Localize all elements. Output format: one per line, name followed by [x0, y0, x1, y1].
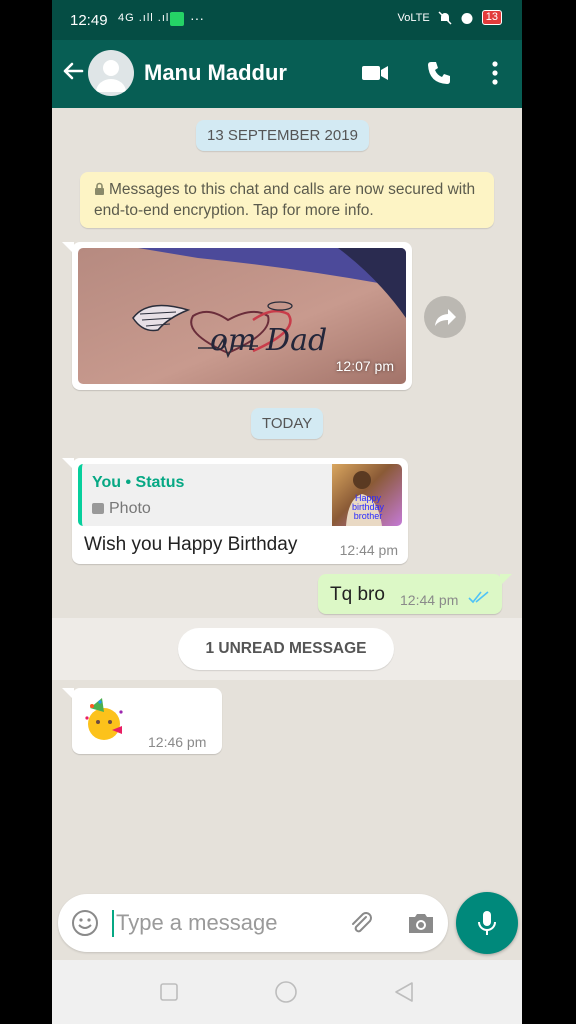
status-bar: 12:49 4G .ıll .ıll ··· VoLTE 13 [52, 0, 522, 40]
contact-name[interactable]: Manu Maddur [144, 60, 287, 86]
encryption-notice-text: Messages to this chat and calls are now … [94, 181, 476, 219]
voice-call-icon[interactable] [424, 58, 454, 88]
forward-button[interactable] [424, 296, 466, 338]
encryption-notice[interactable]: Messages to this chat and calls are now … [80, 172, 494, 228]
emoji-message[interactable]: 12:46 pm [62, 688, 222, 754]
message-text: Tq bro [330, 584, 385, 605]
bubble-tail [62, 688, 74, 700]
bubble-tail [500, 574, 512, 586]
more-notifications-icon: ··· [190, 10, 204, 26]
message-text: Wish you Happy Birthday [84, 534, 298, 555]
message-time: 12:07 pm [335, 358, 394, 374]
attach-icon[interactable] [346, 908, 376, 938]
message-time: 12:46 pm [148, 734, 207, 750]
lock-icon [95, 182, 104, 195]
emoji-icon[interactable] [70, 908, 100, 938]
avatar[interactable] [88, 50, 134, 96]
recent-apps-icon[interactable] [157, 980, 181, 1004]
system-nav-bar [52, 960, 522, 1024]
voice-record-button[interactable] [456, 892, 518, 954]
message-time: 12:44 pm [339, 542, 398, 558]
back-arrow-icon[interactable] [60, 58, 86, 84]
quote-author: You • Status [92, 474, 185, 491]
bubble-tail [62, 458, 74, 470]
home-icon[interactable] [274, 980, 298, 1004]
outgoing-message[interactable]: Tq bro 12:44 pm [318, 574, 512, 614]
bubble-tail [62, 242, 74, 254]
double-blue-tick-icon [468, 591, 489, 604]
text-cursor [112, 910, 114, 937]
thumbnail-caption: Happy birthday brother [351, 493, 385, 521]
whatsapp-notification-icon [170, 12, 184, 26]
default-avatar-icon [96, 60, 126, 92]
quote-type: Photo [92, 500, 151, 518]
volte-icon: VoLTE [397, 11, 430, 24]
quote-type-label: Photo [109, 500, 151, 517]
mute-icon [438, 10, 452, 25]
photo-icon [92, 503, 104, 514]
message-time: 12:44 pm [400, 592, 459, 608]
unread-banner: 1 UNREAD MESSAGE [178, 628, 394, 670]
reply-message[interactable]: You • Status Photo Happy birthday brothe… [62, 458, 408, 564]
microphone-icon [478, 911, 496, 935]
back-nav-icon[interactable] [392, 980, 416, 1004]
partying-face-emoji-icon [85, 698, 123, 740]
video-call-icon[interactable] [360, 58, 390, 88]
chat-header: Manu Maddur [52, 40, 522, 108]
tattoo-photo[interactable]: om Dad 12:07 pm [78, 248, 406, 384]
status-icons: VoLTE 13 [398, 10, 502, 25]
date-pill: 13 SEPTEMBER 2019 [196, 120, 369, 151]
quoted-status[interactable]: You • Status Photo Happy birthday brothe… [78, 464, 402, 526]
phone-screen: 12:49 4G .ıll .ıll ··· VoLTE 13 Manu Mad… [52, 0, 522, 1024]
forward-icon [435, 309, 456, 326]
more-options-icon[interactable] [480, 58, 510, 88]
message-composer [58, 894, 448, 952]
today-pill: TODAY [251, 408, 324, 439]
image-message[interactable]: om Dad 12:07 pm [62, 242, 412, 390]
message-input[interactable] [116, 907, 336, 939]
alarm-icon [461, 12, 473, 24]
battery-indicator: 13 [481, 10, 502, 25]
status-time: 12:49 [70, 12, 108, 29]
tattoo-text: om Dad [210, 323, 327, 358]
camera-icon[interactable] [406, 909, 436, 937]
status-thumbnail: Happy birthday brother [332, 464, 402, 526]
network-signal: 4G .ıll .ıll [118, 12, 173, 24]
